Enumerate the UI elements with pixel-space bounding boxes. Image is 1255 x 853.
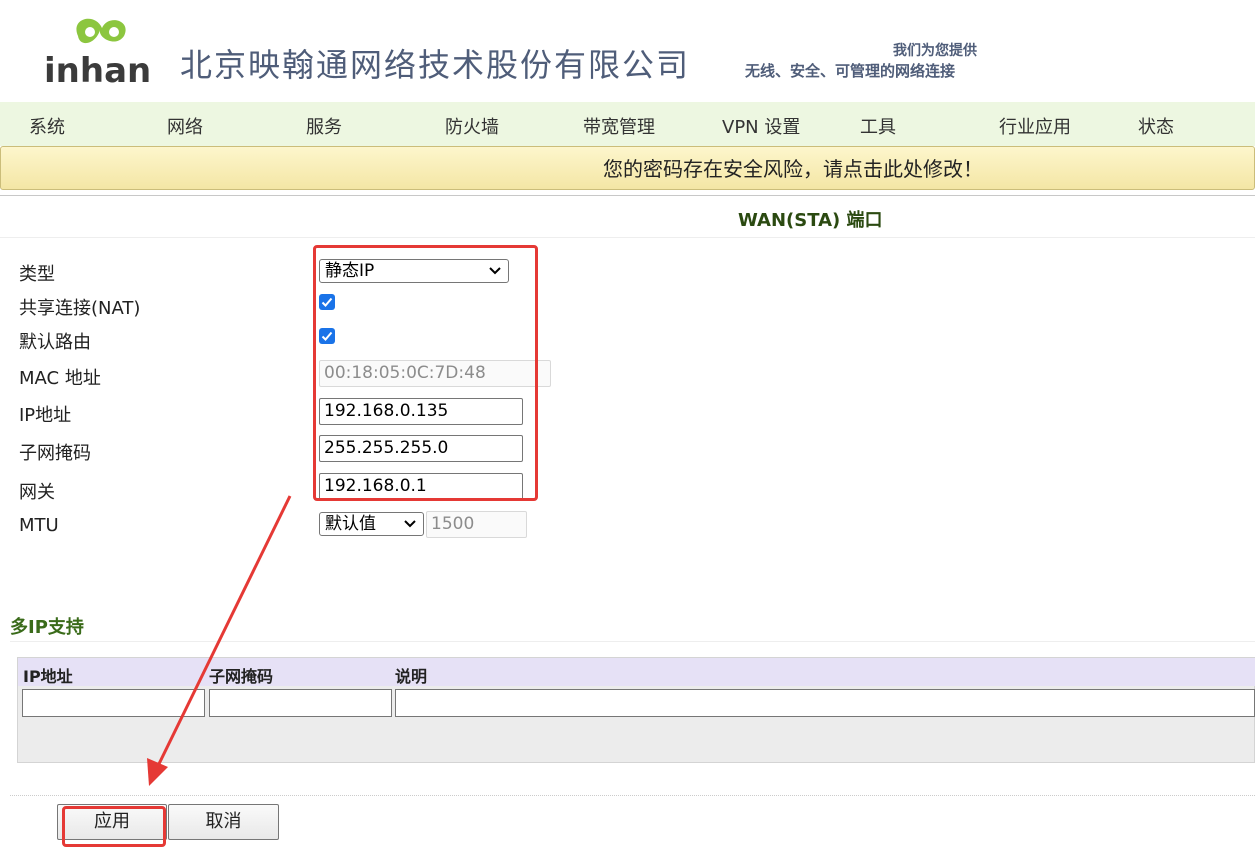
table-header: IP地址 子网掩码 说明	[18, 658, 1255, 686]
netmask-label: 子网掩码	[19, 443, 91, 464]
password-warning-link[interactable]: 您的密码存在安全风险，请点击此处修改！	[603, 153, 983, 182]
multi-ip-table: IP地址 子网掩码 说明	[17, 657, 1255, 763]
gateway-label: 网关	[19, 482, 55, 503]
nav-item-status[interactable]: 状态	[1138, 113, 1174, 139]
mtu-field: 1500	[426, 511, 527, 538]
column-header-netmask: 子网掩码	[209, 667, 274, 686]
divider	[0, 237, 1255, 238]
mac-label: MAC 地址	[19, 368, 101, 389]
page-title: WAN(STA) 端口	[738, 210, 883, 231]
chevron-down-icon	[404, 520, 416, 528]
column-header-ip: IP地址	[23, 667, 73, 686]
type-label: 类型	[19, 264, 55, 285]
nav-item-system[interactable]: 系统	[29, 113, 65, 139]
annotation-highlight-box	[62, 806, 166, 847]
annotation-highlight-box	[313, 245, 538, 501]
multi-ip-title: 多IP支持	[10, 617, 84, 638]
nav-item-bandwidth[interactable]: 带宽管理	[583, 113, 655, 139]
slogan-line-1: 我们为您提供	[893, 43, 977, 59]
nav-item-tools[interactable]: 工具	[860, 113, 896, 139]
password-warning-banner: 您的密码存在安全风险，请点击此处修改！	[0, 146, 1255, 190]
mtu-label: MTU	[19, 515, 59, 536]
divider	[10, 641, 1255, 642]
page-header: inhand 北京映翰通网络技术股份有限公司 我们为您提供 无线、安全、可管理的…	[0, 0, 1255, 102]
nav-item-industry-apps[interactable]: 行业应用	[999, 113, 1071, 139]
multi-ip-description-input[interactable]	[395, 689, 1255, 717]
main-nav: 系统 网络 服务 防火墙 带宽管理 VPN 设置 工具 行业应用 状态	[0, 102, 1255, 146]
wan-settings-panel: WAN(STA) 端口 类型 静态IP 共享连接(NAT) 默认路由 MAC 地…	[0, 195, 1255, 853]
nav-item-services[interactable]: 服务	[306, 113, 342, 139]
ip-label: IP地址	[19, 405, 72, 426]
cancel-button[interactable]: 取消	[168, 804, 279, 840]
multi-ip-netmask-input[interactable]	[209, 689, 392, 717]
logo-wordmark: inhand	[44, 51, 150, 91]
multi-ip-ip-input[interactable]	[22, 689, 205, 717]
inhand-logo: inhand	[40, 8, 176, 96]
mtu-mode-select[interactable]: 默认值	[319, 512, 424, 536]
slogan-line-2: 无线、安全、可管理的网络连接	[745, 62, 956, 80]
company-name: 北京映翰通网络技术股份有限公司	[180, 46, 691, 84]
nav-item-network[interactable]: 网络	[167, 113, 203, 139]
default-route-label: 默认路由	[19, 332, 91, 353]
nav-item-vpn[interactable]: VPN 设置	[722, 113, 800, 139]
nav-item-firewall[interactable]: 防火墙	[445, 113, 499, 139]
column-header-description: 说明	[395, 667, 428, 686]
nat-label: 共享连接(NAT)	[19, 298, 141, 319]
divider	[10, 795, 1255, 796]
mtu-mode-value: 默认值	[325, 514, 376, 534]
